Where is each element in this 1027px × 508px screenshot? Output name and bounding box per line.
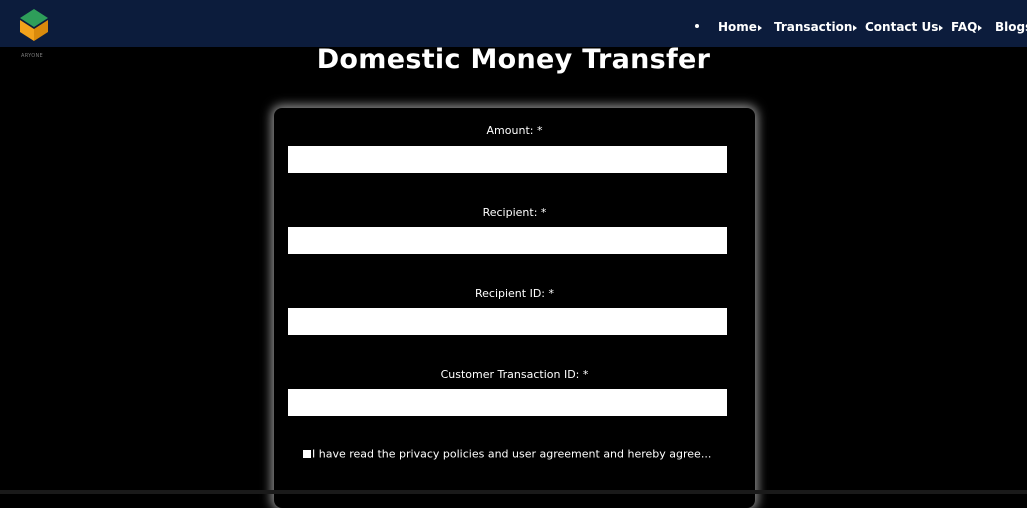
nav-blogs-label: Blogs [995, 20, 1027, 34]
customer-transaction-id-label: Customer Transaction ID: * [440, 368, 589, 381]
caret-right-icon [939, 24, 944, 31]
nav-contact-us[interactable]: Contact Us [865, 19, 944, 35]
recipient-id-label: Recipient ID: * [474, 287, 555, 300]
transfer-form: Amount: * Recipient: * Recipient ID: * C… [274, 108, 755, 508]
nav-bullet-icon [695, 24, 699, 28]
nav-faq[interactable]: FAQ [951, 19, 983, 35]
agreement-row[interactable]: I have read the privacy policies and use… [303, 447, 711, 461]
top-navbar: Home Transaction Contact Us FAQ Blogs [0, 0, 1027, 47]
recipient-id-input[interactable] [288, 308, 727, 335]
nav-home[interactable]: Home [718, 19, 762, 35]
recipient-label: Recipient: * [482, 206, 547, 219]
nav-transaction[interactable]: Transaction [774, 19, 858, 35]
amount-label: Amount: * [486, 124, 543, 137]
logo-icon[interactable] [20, 9, 48, 41]
page-title: Domestic Money Transfer [316, 44, 711, 75]
agreement-text: I have read the privacy policies and use… [312, 447, 712, 461]
nav-faq-label: FAQ [951, 20, 978, 34]
bottom-scroll-edge [0, 490, 1027, 494]
recipient-input[interactable] [288, 227, 727, 254]
nav-transaction-label: Transaction [774, 20, 853, 34]
amount-input[interactable] [288, 146, 727, 173]
agreement-checkbox[interactable] [303, 450, 311, 458]
nav-contact-us-label: Contact Us [865, 20, 939, 34]
caret-right-icon [853, 24, 858, 31]
nav-home-label: Home [718, 20, 757, 34]
nav-blogs[interactable]: Blogs [995, 19, 1027, 35]
caret-right-icon [757, 24, 762, 31]
caret-right-icon [978, 24, 983, 31]
customer-transaction-id-input[interactable] [288, 389, 727, 416]
